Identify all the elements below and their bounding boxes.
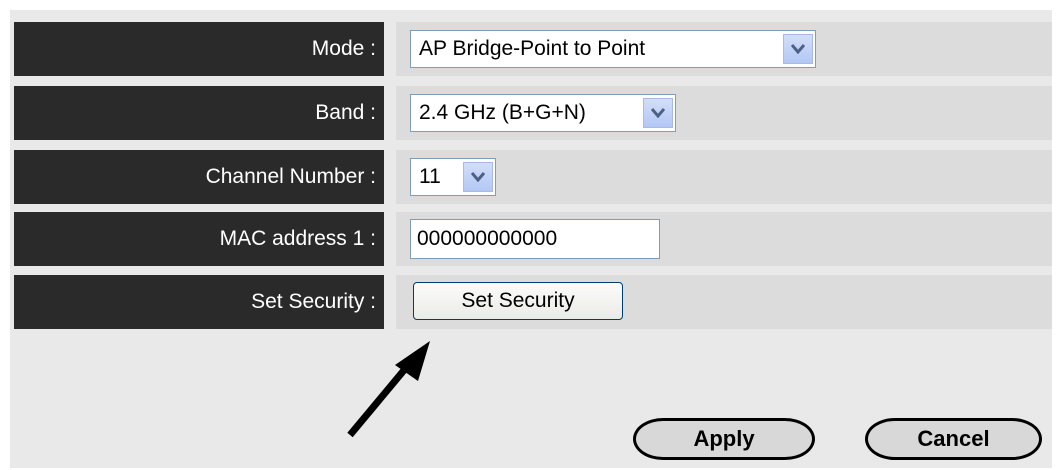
- band-select-value: 2.4 GHz (B+G+N): [419, 101, 586, 124]
- channel-select-value: 11: [419, 165, 441, 188]
- band-select[interactable]: 2.4 GHz (B+G+N): [410, 94, 676, 132]
- band-row: Band : 2.4 GHz (B+G+N): [14, 86, 1052, 140]
- mac-address-field[interactable]: 000000000000: [410, 219, 660, 259]
- security-row: Set Security : Set Security: [14, 275, 1052, 329]
- band-value-cell: 2.4 GHz (B+G+N): [396, 86, 1052, 140]
- arrow-icon: [347, 341, 430, 438]
- mode-row: Mode : AP Bridge-Point to Point: [14, 22, 1052, 76]
- mac-row: MAC address 1 : 000000000000: [14, 212, 1052, 266]
- chevron-down-icon[interactable]: [783, 34, 813, 64]
- mode-select[interactable]: AP Bridge-Point to Point: [410, 30, 816, 68]
- mode-select-value: AP Bridge-Point to Point: [419, 37, 646, 60]
- channel-row: Channel Number : 11: [14, 150, 1052, 204]
- apply-button[interactable]: Apply: [633, 418, 815, 460]
- set-security-button[interactable]: Set Security: [413, 282, 623, 320]
- security-label: Set Security :: [14, 275, 384, 329]
- channel-select[interactable]: 11: [410, 158, 496, 196]
- channel-label: Channel Number :: [14, 150, 384, 204]
- cancel-button[interactable]: Cancel: [865, 418, 1042, 460]
- mac-label: MAC address 1 :: [14, 212, 384, 266]
- chevron-down-icon[interactable]: [643, 98, 673, 128]
- band-label: Band :: [14, 86, 384, 140]
- chevron-down-icon[interactable]: [463, 162, 493, 192]
- channel-value-cell: 11: [396, 150, 1052, 204]
- security-value-cell: Set Security: [396, 275, 1052, 329]
- mode-label: Mode :: [14, 22, 384, 76]
- mode-value-cell: AP Bridge-Point to Point: [396, 22, 1052, 76]
- mac-value-cell: 000000000000: [396, 212, 1052, 266]
